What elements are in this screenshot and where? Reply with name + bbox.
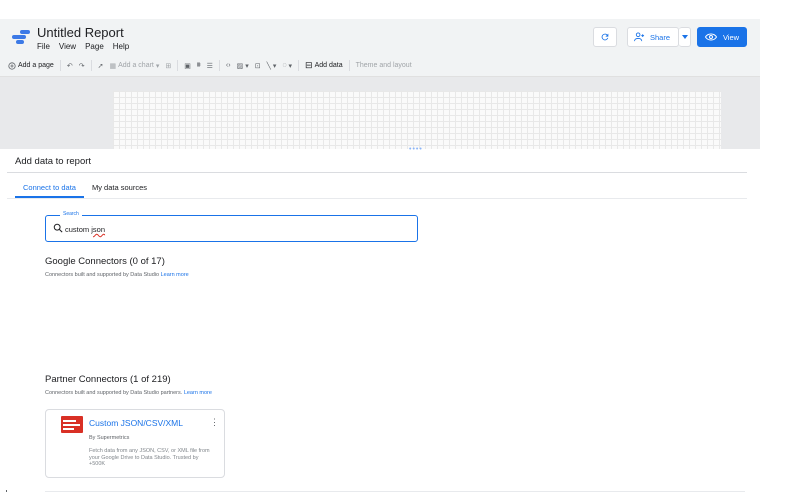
- caret-down-icon: [681, 35, 688, 39]
- add-data-icon: ⊟: [305, 60, 313, 70]
- theme-layout-button[interactable]: Theme and layout: [356, 62, 412, 69]
- connector-name[interactable]: Custom JSON/CSV/XML: [89, 418, 183, 428]
- data-studio-logo-icon: [12, 28, 30, 46]
- search-label: Search: [60, 211, 82, 217]
- eye-icon: [704, 33, 717, 41]
- toolbar: Add a page ↶ ↷ ➚ ▦ Add a chart ▾ ⊞ ▣ ⩩ ☰…: [0, 55, 760, 77]
- shape-button[interactable]: ◌ ▾: [282, 62, 292, 70]
- partner-learn-more-link[interactable]: Learn more: [184, 390, 212, 396]
- community-viz-button[interactable]: ⊞: [165, 62, 171, 70]
- pointer-icon: ➚: [97, 62, 104, 70]
- add-page-label: Add a page: [18, 62, 54, 69]
- search-value-misspelled: json: [91, 225, 106, 234]
- undo-button[interactable]: ↶: [67, 62, 73, 70]
- more-vert-icon[interactable]: ⋮: [210, 417, 219, 428]
- toolbar-divider: [218, 60, 220, 71]
- partner-connectors-subtitle: Connectors built and supported by Data S…: [45, 390, 212, 396]
- view-button[interactable]: View: [697, 27, 747, 47]
- search-value: custom json: [65, 225, 105, 234]
- cursor-mark: [6, 490, 7, 492]
- add-chart-button[interactable]: ▦ Add a chart ▾: [109, 62, 159, 70]
- filter-control-button[interactable]: ☰: [207, 62, 213, 70]
- image-icon: ▨: [236, 62, 244, 70]
- menu-help[interactable]: Help: [113, 42, 129, 51]
- report-canvas[interactable]: [113, 91, 721, 149]
- google-connectors-desc: Connectors built and supported by Data S…: [45, 272, 160, 278]
- supermetrics-logo-icon: [61, 416, 83, 433]
- filter-icon: ☰: [206, 62, 213, 70]
- select-tool-button[interactable]: ➚: [98, 62, 104, 70]
- person-add-icon: [634, 32, 645, 42]
- share-label: Share: [650, 32, 671, 42]
- partner-connectors-desc: Connectors built and supported by Data S…: [45, 390, 183, 396]
- report-title[interactable]: Untitled Report: [37, 25, 124, 40]
- data-control-button[interactable]: ⩩: [197, 62, 201, 70]
- add-data-button[interactable]: ⊟ Add data: [305, 60, 343, 71]
- toolbar-divider: [177, 60, 179, 71]
- theme-layout-label: Theme and layout: [355, 62, 412, 69]
- line-button[interactable]: ╲ ▾: [267, 62, 277, 70]
- google-learn-more-link[interactable]: Learn more: [161, 272, 189, 278]
- data-tabs: Connect to data My data sources: [15, 180, 155, 198]
- menu-file[interactable]: File: [37, 42, 50, 51]
- caret-down-icon: ▾: [245, 62, 249, 70]
- google-connectors-subtitle: Connectors built and supported by Data S…: [45, 272, 189, 278]
- caret-down-icon: ▾: [272, 62, 277, 70]
- embed-button[interactable]: ‹›: [226, 62, 231, 69]
- toolbar-divider: [298, 60, 300, 71]
- add-circle-icon: [8, 61, 16, 70]
- data-control-icon: ⩩: [196, 61, 201, 69]
- tab-connect-to-data[interactable]: Connect to data: [15, 180, 84, 198]
- share-button[interactable]: Share: [627, 27, 679, 47]
- date-range-button[interactable]: ▣: [184, 62, 191, 70]
- search-icon: [53, 223, 63, 233]
- panel-title: Add data to report: [15, 156, 92, 167]
- partner-connectors-title: Partner Connectors (1 of 219): [45, 374, 171, 385]
- add-page-button[interactable]: Add a page: [8, 61, 54, 70]
- toolbar-divider: [90, 60, 92, 71]
- view-label: View: [722, 32, 740, 42]
- report-header: Untitled Report File View Page Help Shar…: [0, 19, 760, 55]
- shapes-icon: ◌: [282, 62, 287, 69]
- redo-icon: ↷: [78, 62, 85, 70]
- search-input[interactable]: Search custom json: [45, 211, 418, 242]
- panel-divider: [7, 172, 747, 173]
- share-dropdown-button[interactable]: [679, 27, 691, 47]
- redo-button[interactable]: ↷: [79, 62, 85, 70]
- text-box-icon: ⊡: [254, 62, 261, 70]
- connector-card[interactable]: Custom JSON/CSV/XML By Supermetrics Fetc…: [45, 409, 225, 478]
- text-button[interactable]: ⊡: [255, 62, 261, 70]
- menu-view[interactable]: View: [59, 42, 76, 51]
- add-data-label: Add data: [314, 62, 343, 69]
- caret-down-icon: ▾: [155, 62, 160, 70]
- tab-my-data-sources[interactable]: My data sources: [84, 180, 155, 198]
- menu-page[interactable]: Page: [85, 42, 104, 51]
- refresh-icon: [601, 33, 609, 41]
- image-button[interactable]: ▨ ▾: [237, 62, 249, 70]
- undo-icon: ↶: [66, 62, 73, 70]
- toolbar-divider: [59, 60, 61, 71]
- line-icon: ╲: [266, 62, 271, 70]
- google-connectors-title: Google Connectors (0 of 17): [45, 256, 165, 267]
- panel-resize-handle[interactable]: ••••: [409, 146, 423, 153]
- canvas-area: [0, 77, 760, 149]
- toolbar-divider: [348, 60, 350, 71]
- connector-description: Fetch data from any JSON, CSV, or XML fi…: [89, 448, 210, 467]
- search-value-text: custom: [65, 225, 92, 234]
- calendar-icon: ▣: [184, 62, 191, 70]
- tabs-divider: [7, 198, 747, 199]
- grid-icon: ⊞: [165, 62, 172, 70]
- code-icon: ‹›: [225, 62, 231, 69]
- connector-author: By Supermetrics: [89, 435, 130, 441]
- caret-down-icon: ▾: [288, 62, 293, 70]
- chart-icon: ▦: [109, 62, 117, 70]
- menu-bar: File View Page Help: [37, 42, 129, 51]
- refresh-button[interactable]: [593, 27, 617, 47]
- add-chart-label: Add a chart: [118, 62, 154, 69]
- panel-bottom-divider: [45, 491, 745, 492]
